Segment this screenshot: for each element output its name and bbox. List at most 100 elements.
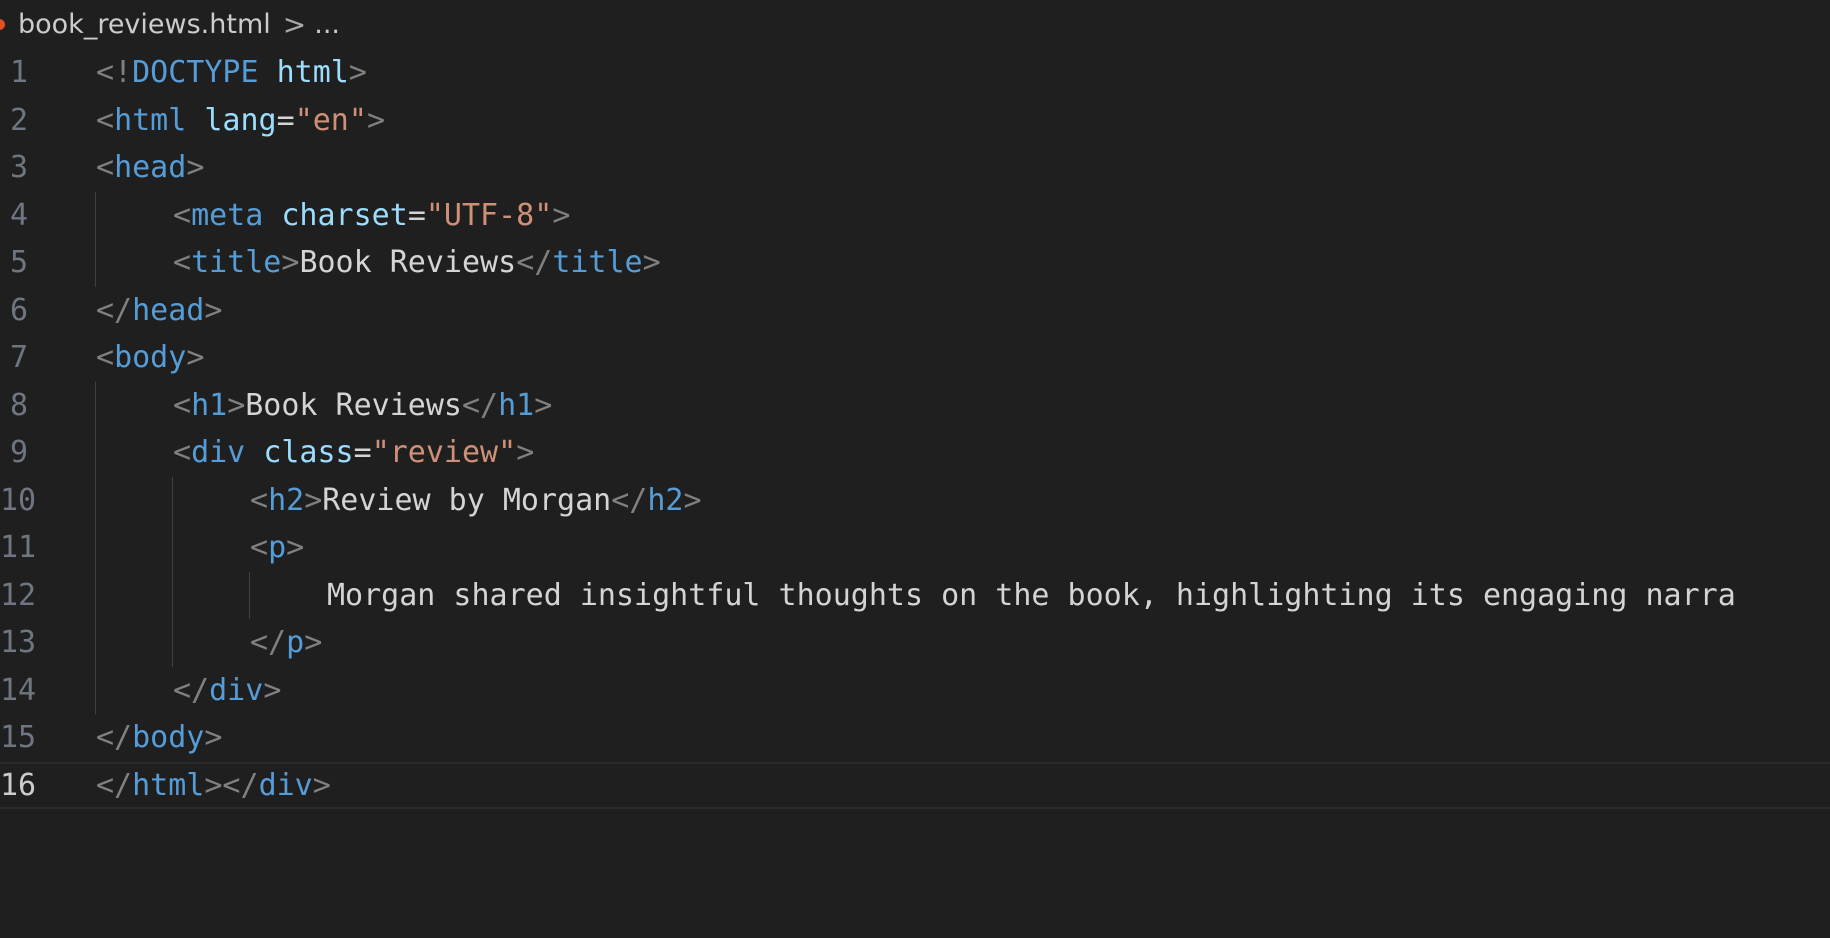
code-editor[interactable]: book_reviews.html > ... 1 <!DOCTYPE html>… bbox=[0, 0, 1830, 938]
indent-guide bbox=[172, 571, 173, 619]
code-line[interactable]: 2 <html lang="en"> bbox=[0, 97, 1830, 145]
code-token: < bbox=[173, 245, 192, 280]
line-number: 1 bbox=[9, 55, 28, 90]
code-token: Review by Morgan bbox=[322, 482, 612, 518]
code-line[interactable]: 12 Morgan shared insightful thoughts on t… bbox=[0, 571, 1830, 619]
indent-guide bbox=[172, 619, 173, 667]
code-line[interactable]: 11 <p> bbox=[0, 524, 1830, 572]
code-line[interactable]: 5 <title>Book Reviews</title> bbox=[0, 239, 1830, 287]
indent-guide bbox=[95, 666, 96, 714]
indent-guide bbox=[249, 571, 250, 619]
code-token: div bbox=[258, 767, 313, 803]
code-token: > bbox=[286, 530, 305, 565]
code-token: > bbox=[281, 245, 300, 280]
code-line[interactable]: 16 </html></div> bbox=[0, 762, 1830, 810]
code-token: < bbox=[96, 150, 115, 185]
code-line[interactable]: 4 <meta charset="UTF-8"> bbox=[0, 191, 1830, 240]
code-token: h2 bbox=[647, 482, 684, 518]
line-number: 10 bbox=[0, 482, 37, 518]
line-number: 14 bbox=[0, 672, 37, 708]
line-number: 8 bbox=[9, 387, 28, 423]
code-token: html bbox=[276, 55, 349, 90]
line-number: 13 bbox=[0, 625, 37, 660]
breadcrumb-symbols[interactable]: ... bbox=[314, 9, 340, 40]
code-token: class bbox=[263, 435, 354, 470]
code-area[interactable]: 1 <!DOCTYPE html> 2 <html lang="en"> 3 <head>… bbox=[0, 49, 1830, 809]
code-token: > bbox=[304, 482, 323, 518]
code-line[interactable]: 1 <!DOCTYPE html> bbox=[0, 49, 1830, 97]
line-number: 9 bbox=[9, 435, 28, 470]
code-token: > bbox=[348, 55, 367, 90]
line-number: 16 bbox=[0, 767, 37, 803]
code-token: html bbox=[132, 767, 205, 803]
code-token: < bbox=[173, 435, 192, 470]
code-line[interactable]: 14 </div> bbox=[0, 666, 1830, 715]
code-token: Book Reviews bbox=[245, 387, 462, 423]
code-token: > bbox=[186, 150, 205, 185]
code-token: = bbox=[353, 435, 372, 470]
code-text: </html></div> bbox=[96, 762, 331, 810]
code-line[interactable]: 6 </head> bbox=[0, 287, 1830, 335]
code-token: h2 bbox=[268, 482, 305, 518]
code-text: </head> bbox=[96, 287, 222, 335]
code-token: head bbox=[114, 150, 187, 185]
html-file-icon bbox=[0, 18, 5, 30]
code-token: > bbox=[263, 672, 282, 708]
code-text: <html lang="en"> bbox=[96, 97, 385, 145]
code-token: charset bbox=[281, 197, 408, 233]
code-text: <meta charset="UTF-8"> bbox=[173, 192, 570, 240]
code-line[interactable]: 9 <div class="review"> bbox=[0, 429, 1830, 477]
line-number: 6 bbox=[9, 292, 28, 328]
code-token: p bbox=[286, 625, 305, 660]
code-token: DOCTYPE bbox=[132, 55, 259, 90]
code-token: "UTF-8" bbox=[425, 197, 553, 233]
line-number: 12 bbox=[0, 577, 37, 613]
code-token: > bbox=[552, 197, 571, 233]
code-line[interactable]: 7 <body> bbox=[0, 334, 1830, 382]
code-text: </p> bbox=[250, 619, 322, 667]
code-token: > bbox=[516, 435, 535, 470]
code-token: <! bbox=[96, 55, 133, 90]
code-line[interactable]: 8 <h1>Book Reviews</h1> bbox=[0, 381, 1830, 430]
code-token: > bbox=[204, 720, 223, 755]
line-number: 5 bbox=[9, 245, 28, 280]
code-token: h1 bbox=[191, 387, 228, 423]
code-token: < bbox=[250, 530, 269, 565]
line-number: 11 bbox=[0, 530, 37, 565]
line-number: 7 bbox=[9, 340, 28, 375]
code-text: </div> bbox=[173, 667, 281, 715]
code-token: head bbox=[132, 292, 205, 328]
code-token: body bbox=[132, 720, 205, 755]
code-token: p bbox=[268, 530, 287, 565]
code-token: Book Reviews bbox=[299, 245, 517, 280]
code-text: <title>Book Reviews</title> bbox=[173, 239, 661, 287]
code-token: </ bbox=[96, 720, 133, 755]
code-token: < bbox=[173, 387, 192, 423]
code-token: ></ bbox=[204, 767, 259, 803]
code-text: <head> bbox=[96, 144, 204, 192]
indent-guide bbox=[95, 191, 96, 239]
code-line[interactable]: 10 <h2>Review by Morgan</h2> bbox=[0, 476, 1830, 524]
line-number: 2 bbox=[9, 102, 28, 138]
breadcrumb-file[interactable]: book_reviews.html bbox=[18, 9, 271, 40]
code-token: > bbox=[186, 340, 205, 375]
code-token: </ bbox=[96, 292, 133, 328]
code-text: <div class="review"> bbox=[173, 429, 534, 477]
breadcrumb: book_reviews.html > ... bbox=[0, 0, 340, 48]
code-token: > bbox=[642, 245, 661, 280]
code-line[interactable]: 3 <head> bbox=[0, 144, 1830, 192]
code-text: <h1>Book Reviews</h1> bbox=[173, 382, 552, 430]
code-token: "review" bbox=[371, 435, 517, 470]
code-token: </ bbox=[516, 245, 553, 280]
code-line[interactable]: 15 </body> bbox=[0, 714, 1830, 762]
indent-guide bbox=[95, 524, 96, 572]
code-token: </ bbox=[250, 625, 287, 660]
indent-guide bbox=[95, 619, 96, 667]
code-token: > bbox=[683, 482, 702, 518]
code-token: > bbox=[312, 767, 331, 803]
code-token: < bbox=[250, 482, 269, 518]
code-token: < bbox=[173, 197, 192, 233]
code-line[interactable]: 13 </p> bbox=[0, 619, 1830, 667]
